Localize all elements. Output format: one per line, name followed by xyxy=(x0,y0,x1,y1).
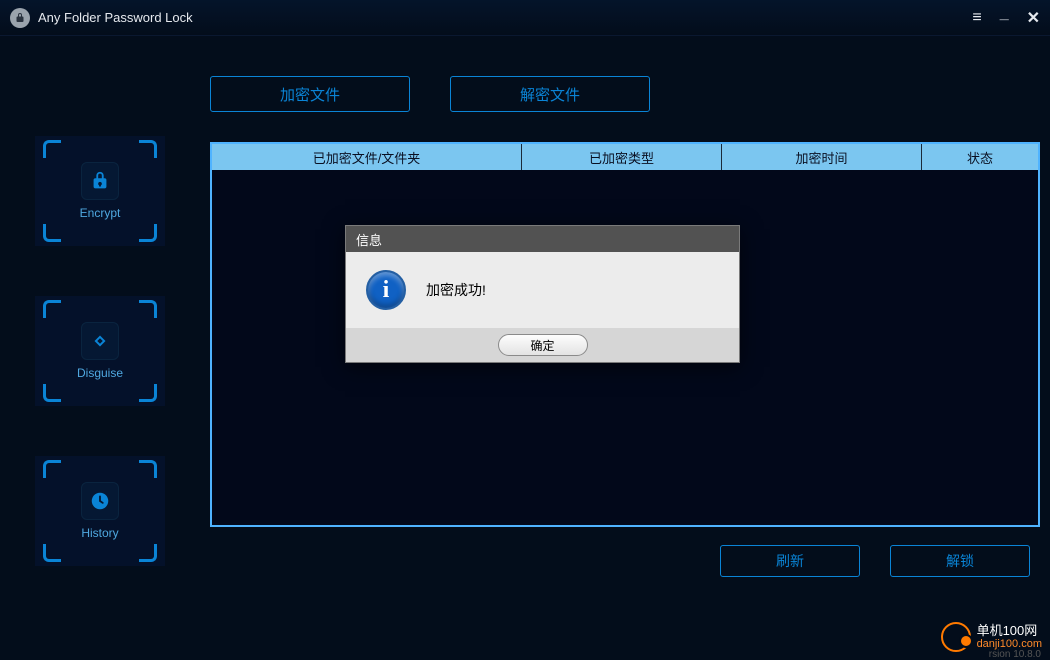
sidebar-item-label: History xyxy=(81,526,118,540)
lock-icon xyxy=(81,162,119,200)
watermark-line2: danji100.com xyxy=(977,638,1042,650)
watermark-line1: 单机100网 xyxy=(977,624,1042,638)
th-type[interactable]: 已加密类型 xyxy=(522,144,722,170)
menu-icon[interactable]: ≡ xyxy=(972,9,981,27)
table-header-row: 已加密文件/文件夹 已加密类型 加密时间 状态 xyxy=(212,144,1038,170)
app-lock-icon xyxy=(10,8,30,28)
watermark: 单机100网 danji100.com xyxy=(941,622,1042,652)
refresh-button[interactable]: 刷新 xyxy=(720,545,860,577)
titlebar: Any Folder Password Lock ≡ _ ✕ xyxy=(0,0,1050,36)
th-path[interactable]: 已加密文件/文件夹 xyxy=(212,144,522,170)
unlock-button[interactable]: 解锁 xyxy=(890,545,1030,577)
clock-icon xyxy=(81,482,119,520)
watermark-logo-icon xyxy=(941,622,971,652)
sidebar-item-label: Disguise xyxy=(77,366,123,380)
sidebar-item-history[interactable]: History xyxy=(35,456,165,566)
info-icon: i xyxy=(366,270,406,310)
dialog-message: 加密成功! xyxy=(426,280,486,300)
app-title: Any Folder Password Lock xyxy=(38,10,193,25)
decrypt-file-button[interactable]: 解密文件 xyxy=(450,76,650,112)
encrypt-file-button[interactable]: 加密文件 xyxy=(210,76,410,112)
th-time[interactable]: 加密时间 xyxy=(722,144,922,170)
sidebar-item-label: Encrypt xyxy=(80,206,121,220)
sidebar-item-disguise[interactable]: Disguise xyxy=(35,296,165,406)
close-icon[interactable]: ✕ xyxy=(1027,8,1040,28)
info-dialog: 信息 i 加密成功! 确定 xyxy=(345,225,740,363)
sidebar-item-encrypt[interactable]: Encrypt xyxy=(35,136,165,246)
th-status[interactable]: 状态 xyxy=(922,144,1038,170)
dialog-title: 信息 xyxy=(346,226,739,252)
sidebar: Encrypt Disguise History xyxy=(10,36,190,577)
eye-icon xyxy=(81,322,119,360)
minimize-icon[interactable]: _ xyxy=(1000,5,1009,23)
dialog-ok-button[interactable]: 确定 xyxy=(498,334,588,356)
